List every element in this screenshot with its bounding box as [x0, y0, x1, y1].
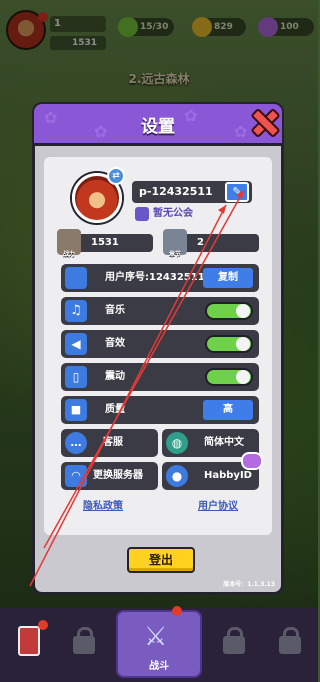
phone-vibrate-icon: ▯	[65, 366, 87, 388]
user-agreement-link[interactable]: 用户协议	[198, 497, 238, 512]
power-stat: 战力 1531	[57, 229, 153, 258]
quality-select[interactable]: 高	[203, 400, 253, 420]
copy-button[interactable]: 复制	[203, 268, 253, 288]
logout-button[interactable]: 登出	[127, 547, 195, 573]
version-label: 版本号：1.1.3.13	[223, 581, 275, 588]
user-id-label: 用户序号:12432511	[105, 272, 205, 283]
bottom-nav: ⚔ 战斗	[0, 606, 318, 682]
speaker-icon: ◀	[65, 333, 87, 355]
wifi-icon: ◠	[65, 465, 87, 487]
edit-name-button[interactable]: ✎	[225, 182, 249, 202]
customer-service-button[interactable]: … 客服	[61, 429, 158, 457]
music-note-icon: ♫	[65, 300, 87, 322]
notification-dot	[38, 620, 48, 630]
globe-icon: ◍	[166, 432, 188, 454]
id-card-icon	[65, 267, 87, 289]
quality-row: ■ 质量 高	[61, 396, 259, 424]
nav-locked-2[interactable]	[206, 618, 262, 674]
vibration-label: 震动	[105, 371, 125, 382]
habby-id-button[interactable]: ● HabbyID	[162, 452, 263, 490]
close-button[interactable]	[250, 108, 276, 134]
chapter-value: 2	[197, 237, 204, 248]
nav-locked-1[interactable]	[56, 618, 112, 674]
dialog-header: ✿ ✿ ✿ ✿ 设置	[34, 104, 282, 146]
guild-label: 暂无公会	[153, 208, 193, 219]
power-label: 战力	[63, 251, 76, 258]
customer-service-label: 客服	[103, 437, 123, 448]
nav-locked-3[interactable]	[262, 618, 318, 674]
pencil-icon: ✎	[232, 185, 242, 198]
message-bubble-icon	[241, 452, 263, 470]
guild-icon	[135, 207, 149, 221]
nav-battle[interactable]: ⚔ 战斗	[116, 606, 202, 678]
settings-dialog: ✿ ✿ ✿ ✿ 设置 ⇄ p-12432511 ✎ 暂无公会 战力 1531 章…	[32, 102, 284, 595]
sfx-toggle[interactable]	[205, 335, 253, 353]
lock-icon	[223, 627, 245, 654]
guild-info: 暂无公会	[135, 206, 193, 222]
user-id-row: 用户序号:12432511 复制	[61, 264, 259, 292]
sfx-label: 音效	[105, 338, 125, 349]
vibration-toggle[interactable]	[205, 368, 253, 386]
player-id: p-12432511	[139, 185, 213, 198]
dialog-title: 设置	[141, 117, 175, 137]
swap-avatar-icon[interactable]: ⇄	[107, 167, 125, 185]
quality-label: 质量	[105, 404, 125, 415]
battle-label: 战斗	[149, 661, 169, 672]
card-icon	[18, 626, 40, 656]
chapter-stat: 章节 2	[163, 229, 259, 258]
vibration-row: ▯ 震动	[61, 363, 259, 391]
change-server-label: 更换服务器	[93, 470, 143, 481]
chapter-label: 章节	[169, 251, 182, 258]
user-icon: ●	[166, 465, 188, 487]
language-label: 简体中文	[204, 437, 244, 448]
nav-cards[interactable]	[4, 618, 60, 674]
lock-icon	[73, 627, 95, 654]
lock-icon	[279, 627, 301, 654]
sfx-row: ◀ 音效	[61, 330, 259, 358]
privacy-policy-link[interactable]: 隐私政策	[83, 497, 123, 512]
swords-icon: ⚔	[144, 622, 168, 652]
notification-dot	[172, 606, 182, 616]
music-label: 音乐	[105, 305, 125, 316]
music-toggle[interactable]	[205, 302, 253, 320]
music-row: ♫ 音乐	[61, 297, 259, 325]
chat-bubble-icon: …	[65, 432, 87, 454]
power-value: 1531	[91, 237, 119, 248]
video-camera-icon: ■	[65, 399, 87, 421]
change-server-button[interactable]: ◠ 更换服务器	[61, 462, 158, 490]
